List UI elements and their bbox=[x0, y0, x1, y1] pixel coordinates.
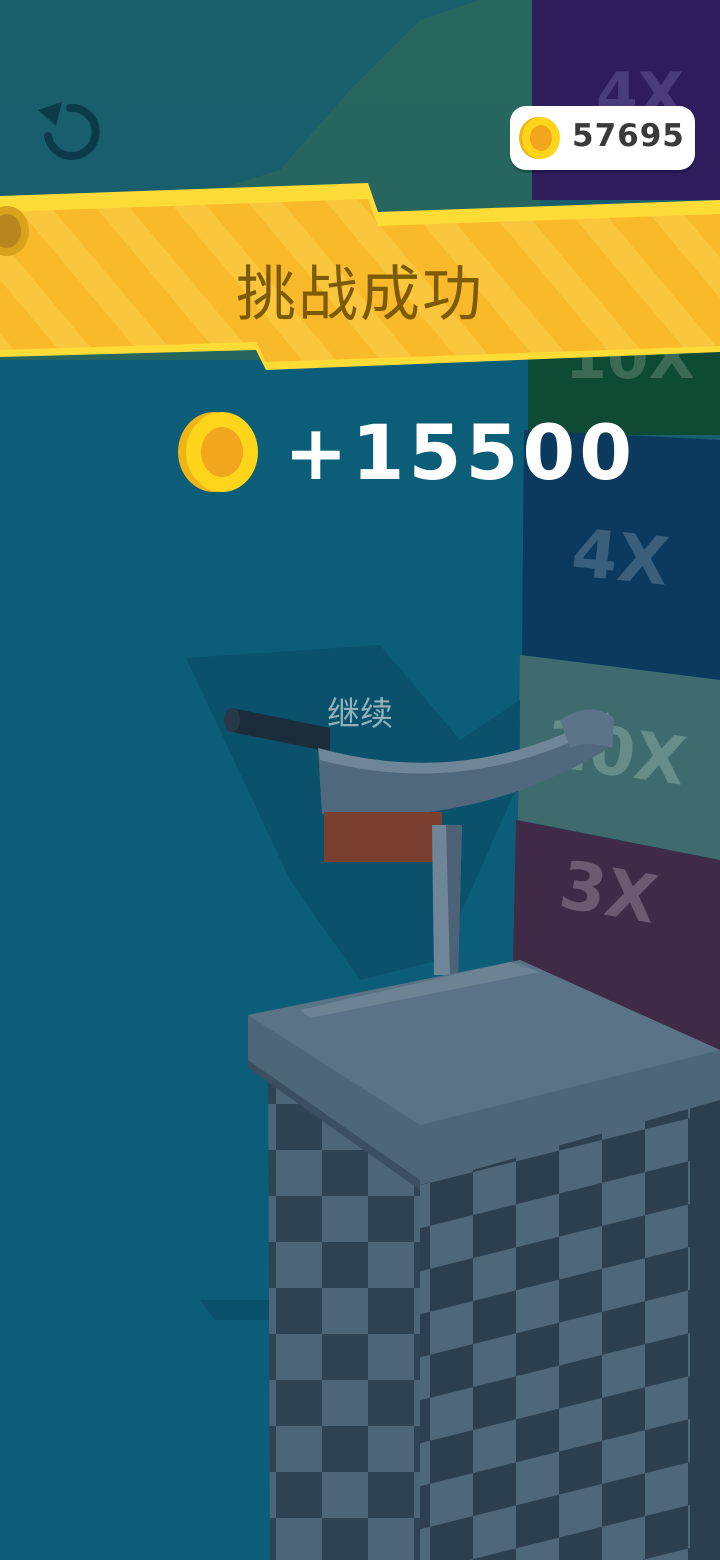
coin-balance-panel: 57695 bbox=[510, 106, 695, 170]
continue-button[interactable]: 继续 bbox=[300, 688, 420, 740]
coin-icon bbox=[519, 117, 560, 159]
restart-icon[interactable] bbox=[36, 100, 104, 162]
coin-icon bbox=[178, 412, 258, 492]
pedestal bbox=[248, 960, 720, 1560]
game-scene: 4X 10X 4X 10X 3X bbox=[0, 0, 720, 1560]
banner-title: 挑战成功 bbox=[236, 260, 484, 330]
reward-amount-row: +15500 bbox=[176, 408, 632, 500]
multiplier-label: 4X bbox=[568, 514, 672, 601]
coin-balance: 57695 bbox=[572, 118, 685, 154]
reward-amount: +15500 bbox=[284, 408, 637, 497]
